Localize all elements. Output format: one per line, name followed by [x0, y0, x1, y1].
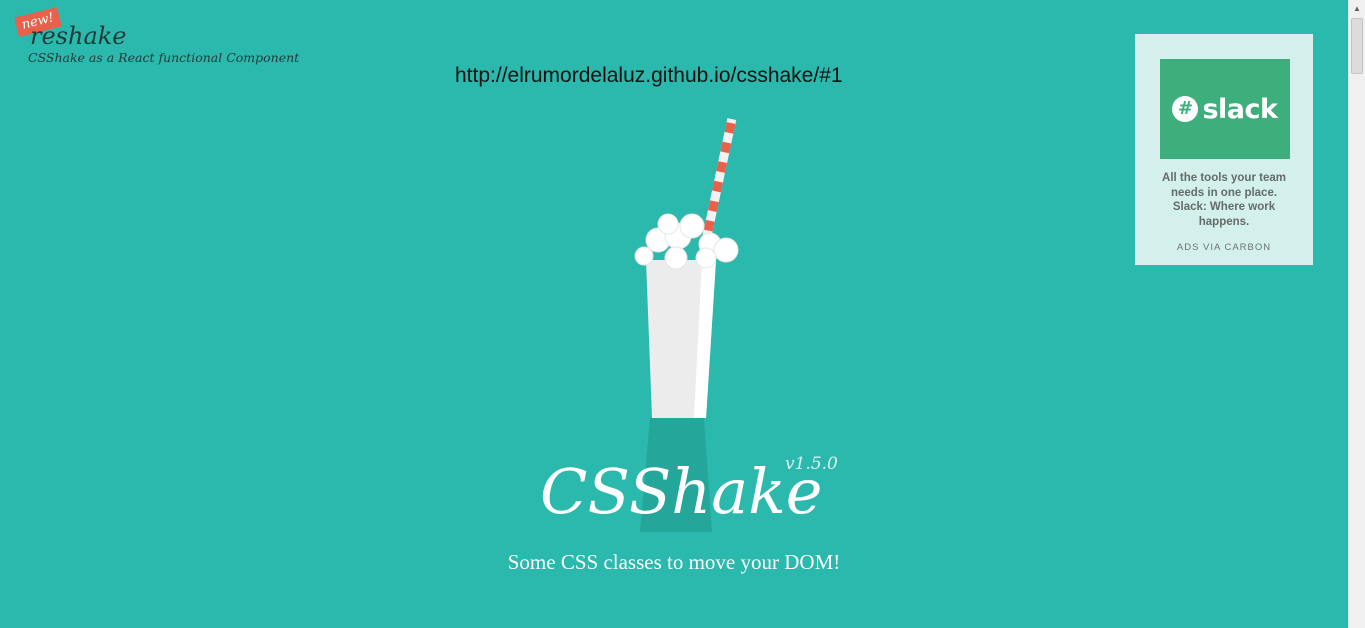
page: new! reshake CSShake as a React function… — [0, 0, 1365, 628]
carbon-ad: # slack All the tools your team needs in… — [1135, 34, 1313, 265]
ads-via-carbon-link[interactable]: ADS VIA CARBON — [1135, 242, 1313, 253]
promo-name: reshake — [30, 22, 127, 50]
url-text: http://elrumordelaluz.github.io/csshake/… — [455, 64, 843, 87]
reshake-promo-link[interactable]: new! reshake CSShake as a React function… — [14, 6, 299, 72]
hero-title-wrap: CSShake v1.5.0 — [540, 450, 840, 540]
page-title: CSShake — [540, 455, 823, 528]
scrollbar-thumb[interactable] — [1351, 18, 1363, 74]
version-label: v1.5.0 — [785, 454, 838, 474]
slack-hash-icon: # — [1172, 96, 1199, 122]
promo-tagline: CSShake as a React functional Component — [28, 50, 300, 65]
vertical-scrollbar[interactable]: ▲ — [1348, 0, 1365, 628]
cream — [634, 213, 739, 270]
scroll-up-arrow-icon[interactable]: ▲ — [1349, 0, 1365, 17]
ad-description-link[interactable]: All the tools your team needs in one pla… — [1157, 171, 1291, 229]
page-subtitle: Some CSS classes to move your DOM! — [507, 550, 841, 574]
slack-wordmark: slack — [1202, 93, 1278, 125]
slack-ad-image[interactable]: # slack — [1160, 59, 1290, 159]
